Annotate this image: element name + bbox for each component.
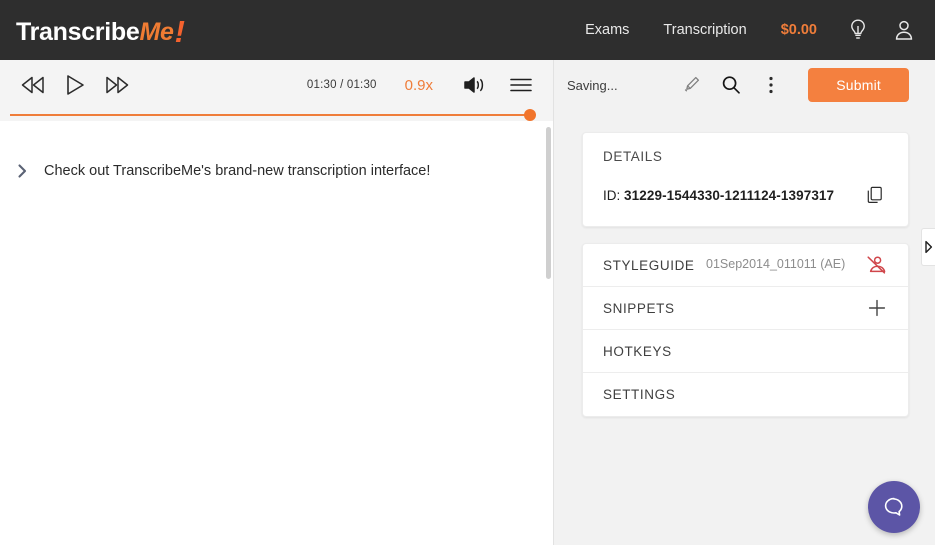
search-icon[interactable] bbox=[714, 69, 748, 101]
panel-collapse-handle[interactable] bbox=[921, 228, 935, 266]
job-id-label: ID: bbox=[603, 187, 621, 203]
menu-label-snippets: SNIPPETS bbox=[603, 300, 675, 316]
volume-icon[interactable] bbox=[459, 70, 491, 100]
logo-exclamation: ! bbox=[174, 14, 185, 49]
styleguide-disabled-icon[interactable] bbox=[858, 253, 888, 277]
menu-row-snippets[interactable]: SNIPPETS bbox=[583, 287, 908, 330]
details-card-title: DETAILS bbox=[603, 149, 663, 164]
job-id-text: ID: 31229-1544330-1211124-1397317 bbox=[603, 188, 862, 203]
playback-speed[interactable]: 0.9x bbox=[405, 77, 433, 94]
hamburger-menu-icon[interactable] bbox=[505, 70, 537, 100]
account-person-icon[interactable] bbox=[891, 17, 917, 43]
help-chat-button[interactable] bbox=[868, 481, 920, 533]
logo-text-primary: Transcribe bbox=[16, 18, 140, 46]
transcription-app: TranscribeMe! Exams Transcription $0.00 bbox=[0, 0, 935, 545]
transcribeme-logo[interactable]: Transcribe Me! bbox=[16, 12, 185, 49]
details-card: DETAILS ID: 31229-1544330-1211124-139731… bbox=[582, 132, 909, 227]
nav-link-exams[interactable]: Exams bbox=[585, 22, 629, 38]
top-navigation-bar: Transcribe Me! Exams Transcription $0.00 bbox=[0, 0, 935, 60]
options-card: STYLEGUIDE 01Sep2014_011011 (AE) SNIPPET… bbox=[582, 243, 909, 417]
transcript-scrollbar[interactable] bbox=[546, 121, 551, 545]
audio-progress-bar[interactable] bbox=[0, 109, 553, 121]
save-status: Saving... bbox=[567, 77, 618, 93]
more-vertical-icon[interactable] bbox=[754, 69, 788, 101]
progress-thumb[interactable] bbox=[524, 109, 536, 121]
account-balance: $0.00 bbox=[780, 22, 817, 38]
highlighter-icon[interactable] bbox=[674, 69, 708, 101]
styleguide-value: 01Sep2014_011011 (AE) bbox=[706, 257, 846, 272]
side-panel-content: DETAILS ID: 31229-1544330-1211124-139731… bbox=[554, 110, 935, 545]
play-icon[interactable] bbox=[54, 68, 96, 102]
progress-fill bbox=[10, 114, 529, 116]
editor-toolbar: Saving... Submit bbox=[554, 60, 935, 110]
job-id-value: 31229-1544330-1211124-1397317 bbox=[624, 187, 835, 203]
plus-icon[interactable] bbox=[858, 297, 888, 319]
rewind-icon[interactable] bbox=[12, 68, 54, 102]
menu-row-settings[interactable]: SETTINGS bbox=[583, 373, 908, 416]
submit-button[interactable]: Submit bbox=[808, 68, 909, 102]
transcript-line-text[interactable]: Check out TranscribeMe's brand-new trans… bbox=[44, 161, 430, 181]
copy-icon[interactable] bbox=[862, 182, 888, 208]
transcript-pane: 01:30 / 01:30 0.9x Check out TranscribeM… bbox=[0, 60, 554, 545]
nav-link-transcription[interactable]: Transcription bbox=[663, 22, 746, 38]
progress-track[interactable] bbox=[10, 114, 529, 116]
menu-label-hotkeys: HOTKEYS bbox=[603, 343, 672, 359]
details-card-body: DETAILS ID: 31229-1544330-1211124-139731… bbox=[583, 133, 908, 226]
menu-label-settings: SETTINGS bbox=[603, 387, 676, 402]
main-body: 01:30 / 01:30 0.9x Check out TranscribeM… bbox=[0, 60, 935, 545]
transcript-scrollbar-thumb[interactable] bbox=[546, 127, 551, 279]
lightbulb-icon[interactable] bbox=[845, 17, 871, 43]
job-id-row: ID: 31229-1544330-1211124-1397317 bbox=[603, 182, 888, 208]
audio-player-toolbar: 01:30 / 01:30 0.9x bbox=[0, 60, 553, 110]
menu-row-styleguide[interactable]: STYLEGUIDE 01Sep2014_011011 (AE) bbox=[583, 244, 908, 287]
menu-label-styleguide: STYLEGUIDE bbox=[603, 257, 695, 273]
transcript-editor[interactable]: Check out TranscribeMe's brand-new trans… bbox=[0, 121, 553, 545]
playback-time: 01:30 / 01:30 bbox=[306, 79, 377, 91]
logo-text-secondary: Me bbox=[139, 18, 174, 46]
fast-forward-icon[interactable] bbox=[96, 68, 138, 102]
menu-row-hotkeys[interactable]: HOTKEYS bbox=[583, 330, 908, 373]
side-panel: Saving... Submit DETAILS ID: 31229-15443… bbox=[554, 60, 935, 545]
chevron-right-icon[interactable] bbox=[0, 161, 44, 179]
transcript-line[interactable]: Check out TranscribeMe's brand-new trans… bbox=[0, 153, 553, 189]
